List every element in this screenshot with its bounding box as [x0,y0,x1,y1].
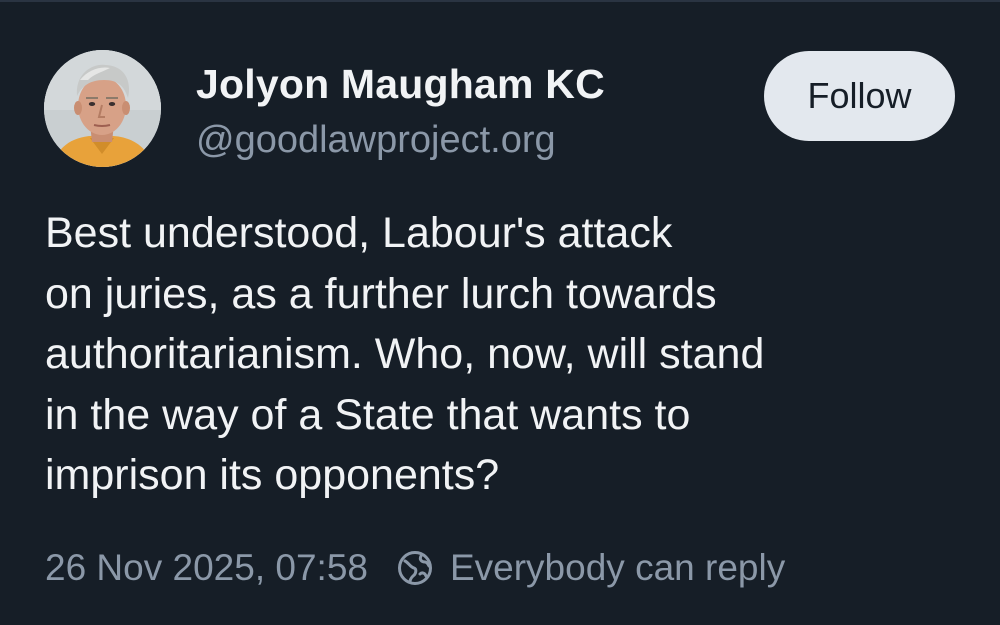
post-text-line: imprison its opponents? [45,451,500,499]
post-text-line: in the way of a State that wants to [45,390,691,439]
post-meta: 26 Nov 2025, 07:58 Everybody can reply [45,545,785,591]
post-card: Jolyon Maugham KC @goodlawproject.org Fo… [0,0,1000,625]
post-timestamp[interactable]: 26 Nov 2025, 07:58 [45,547,368,589]
author-display-name[interactable]: Jolyon Maugham KC [196,60,605,108]
author-block: Jolyon Maugham KC @goodlawproject.org [196,60,605,162]
post-text-line: on juries, as a further lurch towards [45,269,717,318]
follow-button[interactable]: Follow [764,51,955,141]
avatar[interactable] [44,50,161,167]
reply-setting[interactable]: Everybody can reply [396,547,785,589]
post-text-line: Best understood, Labour's attack [45,209,673,257]
author-handle[interactable]: @goodlawproject.org [196,118,605,162]
reply-setting-label: Everybody can reply [449,547,786,588]
post-text-line: authoritarianism. Who, now, will stand [45,330,765,378]
globe-icon [396,549,434,587]
post-text: Best understood, Labour's attack on juri… [45,203,945,506]
avatar-photo [44,50,161,167]
